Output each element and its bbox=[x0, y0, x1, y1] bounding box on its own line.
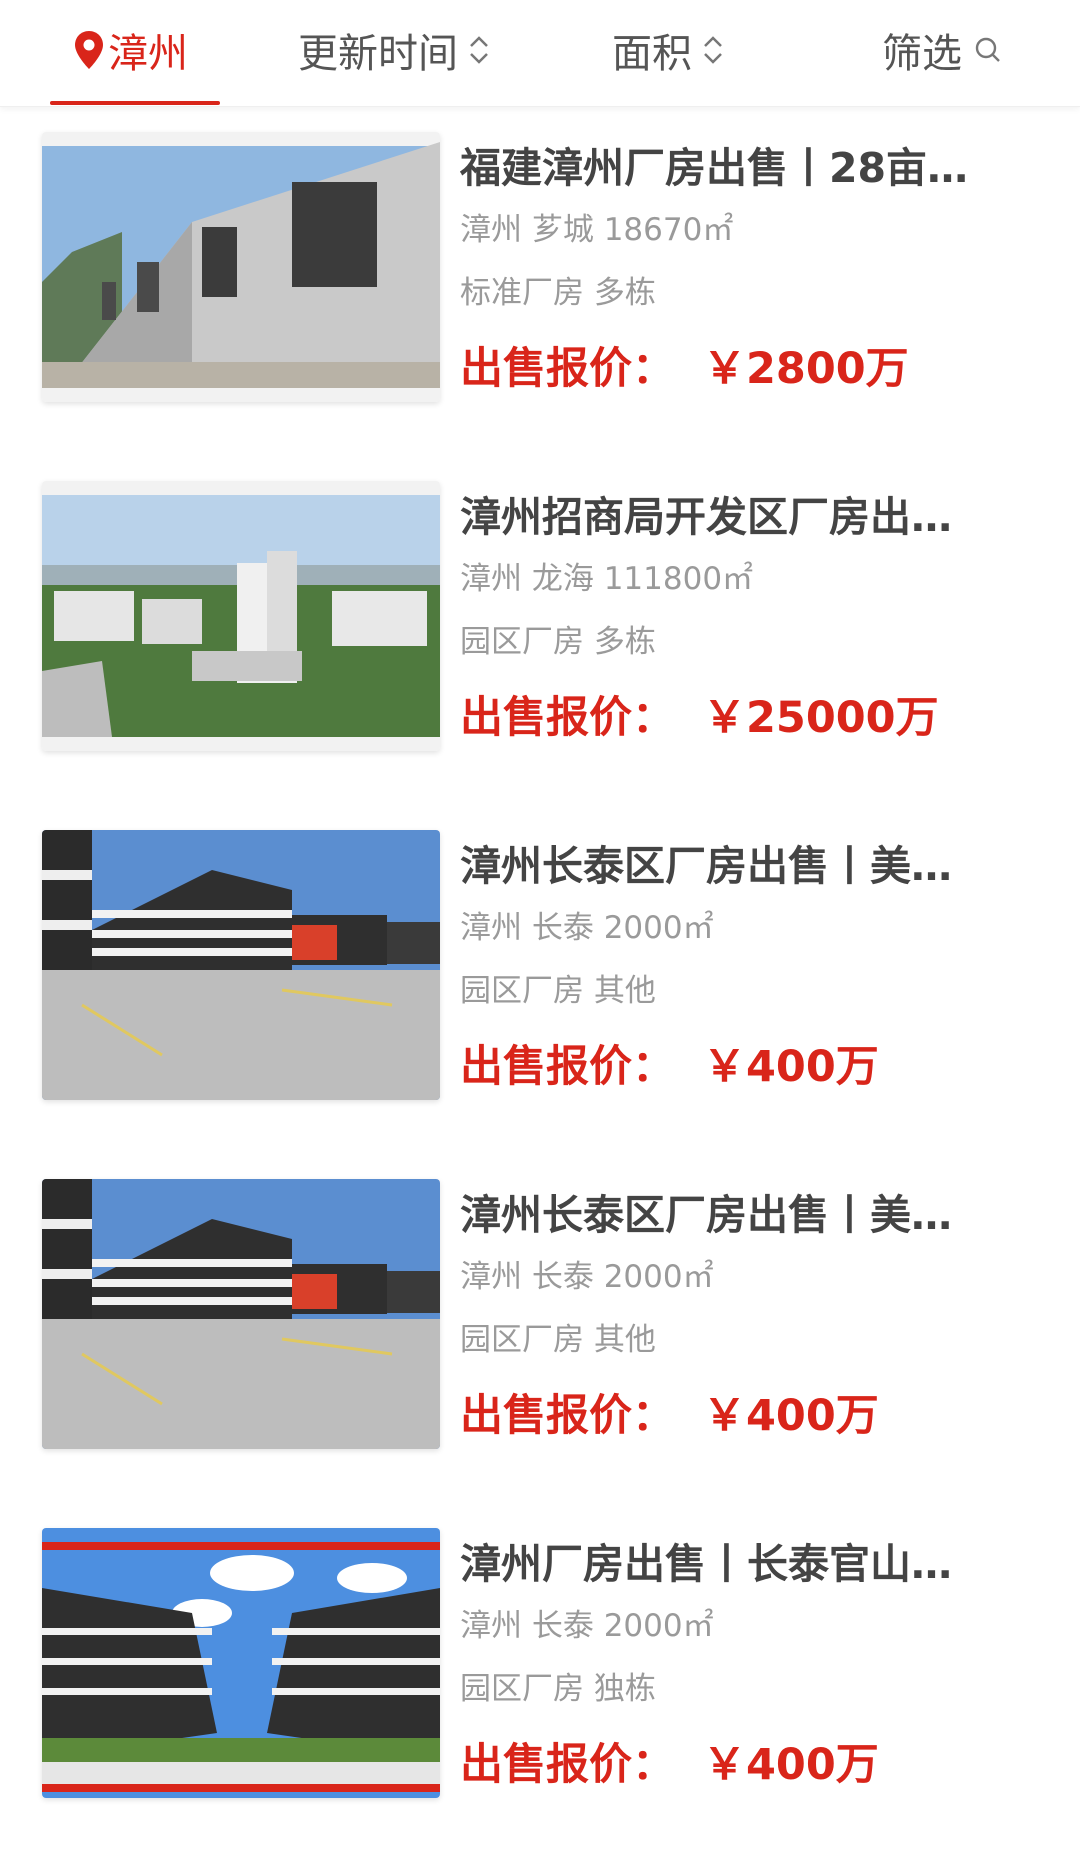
filter-tab[interactable]: 筛选 bbox=[882, 22, 1002, 78]
listing-type: 园区厂房 独栋 bbox=[460, 1671, 656, 1707]
listing-price: 出售报价： ￥2800万 bbox=[460, 340, 909, 398]
listing-price: 出售报价： ￥400万 bbox=[460, 1736, 879, 1794]
listing-title: 漳州招商局开发区厂房出… bbox=[460, 493, 952, 541]
price-label: 出售报价： bbox=[460, 1391, 675, 1441]
listing-location: 漳州 龙海 111800㎡ bbox=[460, 561, 754, 597]
listing-type: 标准厂房 多栋 bbox=[460, 275, 656, 311]
price-label: 出售报价： bbox=[460, 344, 675, 394]
price-amount: ￥25000万 bbox=[703, 693, 939, 743]
listing-card[interactable]: 福建漳州厂房出售丨28亩… 漳州 芗城 18670㎡ 标准厂房 多栋 出售报价：… bbox=[0, 118, 1080, 448]
listing-image bbox=[42, 1179, 440, 1449]
listing-location: 漳州 芗城 18670㎡ bbox=[460, 212, 734, 248]
sort-area-tab[interactable]: 面积 bbox=[612, 22, 724, 78]
listing-card[interactable]: 漳州长泰区厂房出售丨美… 漳州 长泰 2000㎡ 园区厂房 其他 出售报价： ￥4… bbox=[0, 816, 1080, 1146]
price-label: 出售报价： bbox=[460, 1740, 675, 1790]
location-pin-icon bbox=[75, 31, 103, 69]
listing-title: 福建漳州厂房出售丨28亩… bbox=[460, 144, 969, 192]
price-amount: ￥2800万 bbox=[703, 344, 909, 394]
listing-price: 出售报价： ￥25000万 bbox=[460, 689, 939, 747]
listing-type: 园区厂房 其他 bbox=[460, 1322, 656, 1358]
listing-title: 漳州厂房出售丨长泰官山… bbox=[460, 1540, 952, 1588]
price-amount: ￥400万 bbox=[703, 1042, 879, 1092]
price-amount: ￥400万 bbox=[703, 1391, 879, 1441]
price-label: 出售报价： bbox=[460, 1042, 675, 1092]
listing-image bbox=[42, 132, 440, 402]
listing-location: 漳州 长泰 2000㎡ bbox=[460, 910, 714, 946]
listing-card[interactable]: 漳州招商局开发区厂房出… 漳州 龙海 111800㎡ 园区厂房 多栋 出售报价：… bbox=[0, 467, 1080, 797]
filter-label: 筛选 bbox=[882, 31, 962, 77]
location-label: 漳州 bbox=[108, 31, 188, 77]
listing-title: 漳州长泰区厂房出售丨美… bbox=[460, 1191, 952, 1239]
listing-card[interactable]: 漳州长泰区厂房出售丨美… 漳州 长泰 2000㎡ 园区厂房 其他 出售报价： ￥4… bbox=[0, 1165, 1080, 1495]
location-tab[interactable]: 漳州 bbox=[74, 22, 188, 78]
listing-price: 出售报价： ￥400万 bbox=[460, 1387, 879, 1445]
price-label: 出售报价： bbox=[460, 693, 675, 743]
listing-image bbox=[42, 830, 440, 1100]
listing-card[interactable]: 漳州厂房出售丨长泰官山… 漳州 长泰 2000㎡ 园区厂房 独栋 出售报价： ￥4… bbox=[0, 1514, 1080, 1844]
listing-location: 漳州 长泰 2000㎡ bbox=[460, 1608, 714, 1644]
area-label: 面积 bbox=[612, 31, 692, 77]
active-tab-indicator bbox=[50, 101, 220, 105]
listing-price: 出售报价： ￥400万 bbox=[460, 1038, 879, 1096]
listing-image bbox=[42, 1528, 440, 1798]
sort-update-time-tab[interactable]: 更新时间 bbox=[298, 22, 490, 78]
listing-type: 园区厂房 多栋 bbox=[460, 624, 656, 660]
listing-image bbox=[42, 481, 440, 751]
price-amount: ￥400万 bbox=[703, 1740, 879, 1790]
search-icon bbox=[975, 37, 1000, 62]
sort-arrows-icon bbox=[470, 36, 488, 64]
filter-bar: 漳州 更新时间 面积 筛选 bbox=[0, 0, 1080, 107]
sort-arrows-icon bbox=[704, 36, 722, 64]
listing-location: 漳州 长泰 2000㎡ bbox=[460, 1259, 714, 1295]
update-time-label: 更新时间 bbox=[298, 31, 458, 77]
listing-title: 漳州长泰区厂房出售丨美… bbox=[460, 842, 952, 890]
listing-type: 园区厂房 其他 bbox=[460, 973, 656, 1009]
